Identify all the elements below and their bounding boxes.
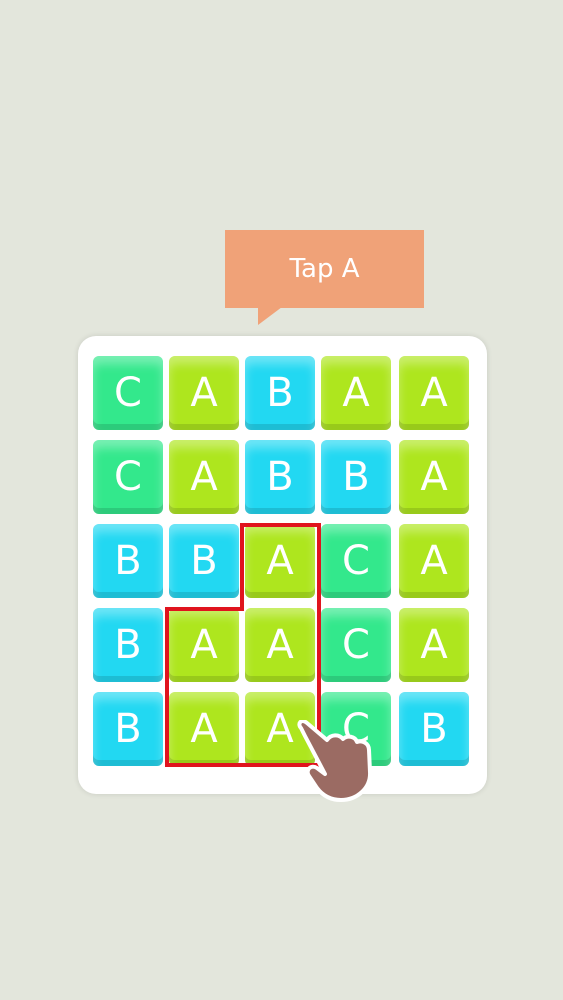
tile-r2-c4[interactable]: B [321,440,391,514]
tile-r4-c3[interactable]: A [245,608,315,682]
tile-r5-c5[interactable]: B [399,692,469,766]
tile-r5-c1[interactable]: B [93,692,163,766]
tile-r2-c5[interactable]: A [399,440,469,514]
tile-r3-c5[interactable]: A [399,524,469,598]
tile-r2-c1[interactable]: C [93,440,163,514]
tile-r5-c4[interactable]: C [321,692,391,766]
tile-r5-c3[interactable]: A [245,692,315,766]
tile-r3-c2[interactable]: B [169,524,239,598]
tile-r3-c1[interactable]: B [93,524,163,598]
hint-bubble-tail [258,307,282,325]
tile-r1-c4[interactable]: A [321,356,391,430]
game-board: CABAACABBABBACABAACABAACB [78,336,487,794]
tile-r4-c2[interactable]: A [169,608,239,682]
hint-text: Tap A [289,254,360,284]
tile-r3-c3[interactable]: A [245,524,315,598]
tile-r1-c2[interactable]: A [169,356,239,430]
tile-r3-c4[interactable]: C [321,524,391,598]
tile-r2-c2[interactable]: A [169,440,239,514]
tile-r4-c5[interactable]: A [399,608,469,682]
tile-r4-c1[interactable]: B [93,608,163,682]
tile-r5-c2[interactable]: A [169,692,239,766]
tile-r4-c4[interactable]: C [321,608,391,682]
hint-bubble: Tap A [225,230,424,308]
tile-r1-c5[interactable]: A [399,356,469,430]
tile-r1-c3[interactable]: B [245,356,315,430]
tile-r1-c1[interactable]: C [93,356,163,430]
tile-r2-c3[interactable]: B [245,440,315,514]
